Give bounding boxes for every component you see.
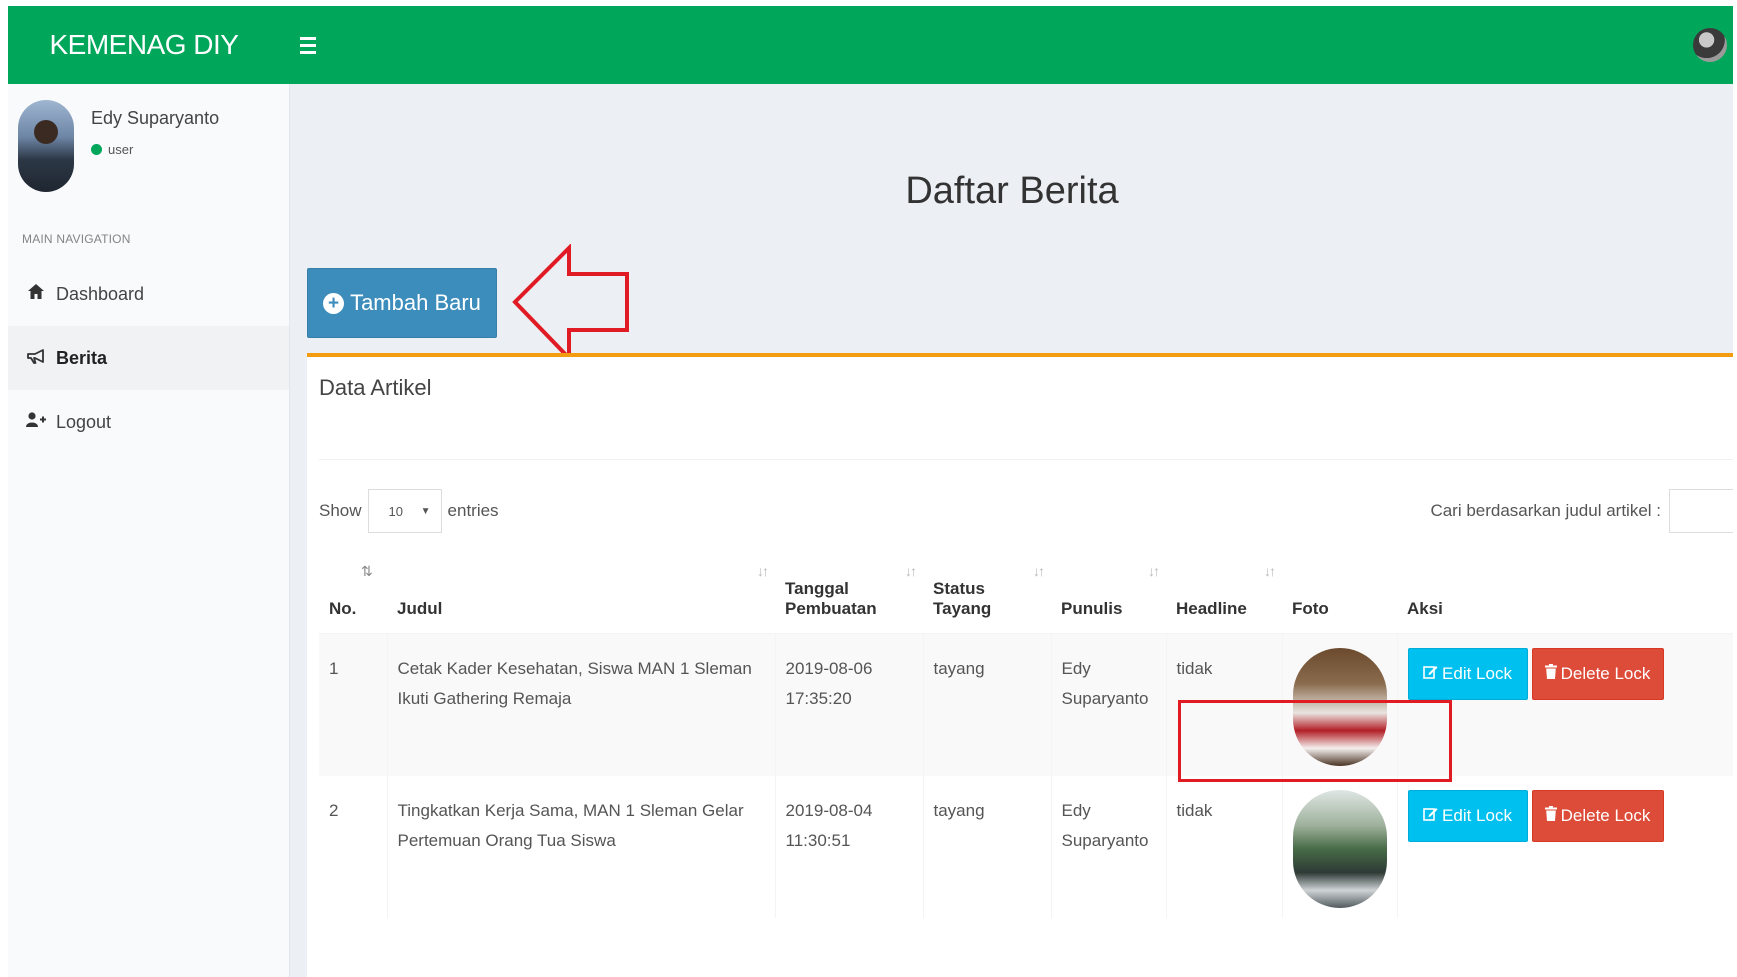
column-header-tanggal[interactable]: ↓↑ Tanggal Pembuatan <box>775 547 923 634</box>
trash-icon <box>1544 801 1557 831</box>
sidebar-item-label: Dashboard <box>56 283 145 304</box>
edit-button[interactable]: Edit Lock <box>1407 647 1528 700</box>
annotation-highlight-box <box>1178 700 1452 782</box>
add-news-button[interactable]: + Tambah Baru <box>307 268 497 338</box>
cell-judul: Cetak Kader Kesehatan, Siswa MAN 1 Slema… <box>386 633 775 776</box>
column-header-judul[interactable]: ↓↑ Judul <box>387 547 775 634</box>
sort-icon: ↓↑ <box>1033 563 1045 579</box>
edit-icon <box>1423 801 1438 831</box>
app-frame: KEMENAG DIY Edy Suparyanto user MAIN NAV… <box>8 6 1733 977</box>
entries-select[interactable]: 10 ▼ <box>367 489 442 533</box>
menu-toggle-icon[interactable] <box>300 32 326 58</box>
cell-headline: tidak <box>1165 775 1282 918</box>
sidebar-item-dashboard[interactable]: Dashboard <box>8 262 289 326</box>
column-header-headline[interactable]: ↓↑ Headline <box>1166 547 1282 634</box>
plus-circle-icon: + <box>323 292 345 314</box>
edit-icon <box>1423 659 1438 689</box>
cell-no: 1 <box>319 633 387 776</box>
sort-icon: ↓↑ <box>757 563 769 579</box>
user-status: user <box>91 142 133 157</box>
sidebar-nav: Dashboard Berita Logout <box>8 262 289 454</box>
box-divider <box>319 459 1733 460</box>
main-content: Daftar Berita + Tambah Baru Data Artikel… <box>291 84 1733 977</box>
search-control: Cari berdasarkan judul artikel : <box>1430 489 1733 533</box>
home-icon <box>26 284 46 304</box>
cell-status: tayang <box>922 775 1051 918</box>
sort-asc-icon: ⇅ <box>361 563 373 579</box>
user-role: user <box>108 142 134 157</box>
column-header-aksi: Aksi <box>1397 547 1733 634</box>
data-box: Data Artikel Show 10 ▼ entries Cari berd… <box>307 353 1733 977</box>
box-title: Data Artikel <box>319 375 432 400</box>
delete-button[interactable]: Delete Lock <box>1531 789 1664 842</box>
user-name: Edy Suparyanto <box>91 108 220 128</box>
page-title: Daftar Berita <box>905 170 1119 212</box>
sidebar-item-logout[interactable]: Logout <box>8 390 289 454</box>
cell-aksi: Edit Lock Delete Lock <box>1396 775 1733 918</box>
table-row: 1 Cetak Kader Kesehatan, Siswa MAN 1 Sle… <box>319 633 1733 776</box>
search-label: Cari berdasarkan judul artikel : <box>1430 501 1661 520</box>
sidebar: Edy Suparyanto user MAIN NAVIGATION Dash… <box>8 84 290 977</box>
annotation-arrow-icon <box>512 244 629 363</box>
entries-length-control: Show 10 ▼ entries <box>319 489 499 533</box>
column-header-no[interactable]: ⇅ No. <box>319 547 387 634</box>
cell-tanggal: 2019-08-06 17:35:20 <box>774 633 923 776</box>
bullhorn-icon <box>26 348 46 369</box>
user-panel: Edy Suparyanto user <box>8 84 289 194</box>
show-label: Show <box>319 501 362 520</box>
table-row: 2 Tingkatkan Kerja Sama, MAN 1 Sleman Ge… <box>319 775 1733 918</box>
column-header-status[interactable]: ↓↑ Status Tayang <box>923 547 1051 634</box>
user-menu-avatar[interactable] <box>1693 28 1727 62</box>
caret-down-icon: ▼ <box>420 505 431 517</box>
cell-status: tayang <box>922 633 1051 776</box>
avatar <box>18 100 74 192</box>
news-thumbnail <box>1292 789 1387 908</box>
sort-icon: ↓↑ <box>1264 563 1276 579</box>
search-input[interactable] <box>1669 489 1733 533</box>
brand-logo[interactable]: KEMENAG DIY <box>8 29 280 61</box>
add-news-label: Tambah Baru <box>350 290 481 315</box>
entries-label: entries <box>447 501 499 520</box>
cell-penulis: Edy Suparyanto <box>1050 775 1166 918</box>
trash-icon <box>1544 659 1557 689</box>
row-actions: Edit Lock Delete Lock <box>1407 789 1730 842</box>
edit-button[interactable]: Edit Lock <box>1407 789 1528 842</box>
delete-button[interactable]: Delete Lock <box>1531 647 1664 700</box>
column-header-foto: Foto <box>1282 547 1397 634</box>
column-header-penulis[interactable]: ↓↑ Punulis <box>1051 547 1166 634</box>
entries-value: 10 <box>388 503 403 519</box>
row-actions: Edit Lock Delete Lock <box>1407 647 1730 700</box>
user-plus-icon <box>26 411 46 433</box>
news-table: ⇅ No. ↓↑ Judul ↓↑ Tanggal Pembuatan ↓↑ S… <box>319 547 1733 918</box>
table-header-row: ⇅ No. ↓↑ Judul ↓↑ Tanggal Pembuatan ↓↑ S… <box>319 547 1733 634</box>
top-navbar: KEMENAG DIY <box>8 6 1733 84</box>
nav-header: MAIN NAVIGATION <box>22 232 131 246</box>
sort-icon: ↓↑ <box>1148 563 1160 579</box>
online-dot-icon <box>91 144 102 155</box>
cell-tanggal: 2019-08-04 11:30:51 <box>774 775 923 918</box>
cell-foto <box>1281 775 1397 918</box>
sort-icon: ↓↑ <box>905 563 917 579</box>
cell-no: 2 <box>329 800 339 820</box>
sidebar-item-label: Berita <box>56 347 108 368</box>
sidebar-item-berita[interactable]: Berita <box>8 326 289 390</box>
sidebar-item-label: Logout <box>56 411 112 432</box>
cell-penulis: Edy Suparyanto <box>1050 633 1166 776</box>
cell-judul: Tingkatkan Kerja Sama, MAN 1 Sleman Gela… <box>386 775 775 918</box>
